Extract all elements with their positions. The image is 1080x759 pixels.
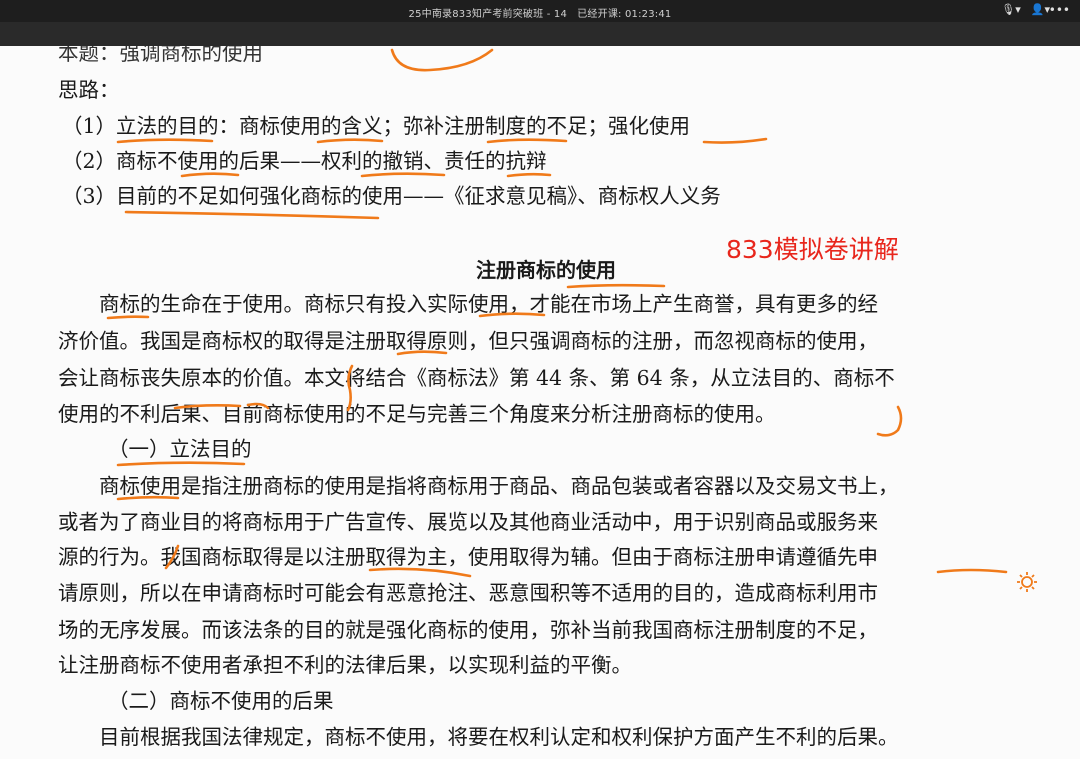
subsection-1: （一）立法目的 — [108, 437, 252, 461]
ink-mark-end — [876, 405, 903, 437]
ink-underline-shortfall — [124, 210, 380, 220]
para2-line-4: 请原则，所以在申请商标时可能会有恶意抢注、恶意囤积等不适用的目的，造成商标利用市 — [58, 581, 878, 605]
document-page: 本题：强调商标的使用 思路： （1）立法的目的：商标使用的含义；弥补注册制度的不… — [0, 46, 1080, 759]
ink-underline-registration — [486, 138, 568, 144]
overlay-note: 833模拟卷讲解 — [726, 235, 899, 264]
para1-line-2: 济价值。我国是商标权的取得是注册取得原则，但只强调商标的注册，而忽视商标的使用， — [58, 329, 878, 353]
microphone-icon[interactable]: 🎙▾ — [1001, 3, 1021, 16]
para1-line-1: 商标的生命在于使用。商标只有投入实际使用，才能在市场上产生商誉，具有更多的经 — [58, 292, 878, 316]
topic-line: 本题：强调商标的使用 — [58, 46, 263, 65]
more-options-icon[interactable]: ••• — [1049, 3, 1070, 17]
toolbar-strip — [0, 22, 1080, 46]
para2-line-1: 商标使用是指注册商标的使用是指将商标用于商品、商品包装或者容器以及交易文书上， — [58, 474, 899, 498]
ink-underline-heading — [566, 283, 666, 289]
para2-line-6: 让注册商标不使用者承担不利的法律后果，以实现利益的平衡。 — [58, 653, 632, 677]
point-3: （3）目前的不足如何强化商标的使用——《征求意见稿》、商标权人义务 — [62, 184, 721, 208]
ink-underline-first-filing — [936, 568, 1008, 574]
ink-underline-strengthen — [702, 137, 768, 144]
para2-line-5: 场的无序发展。而该法条的目的就是强化商标的使用，弥补当前我国商标注册制度的不足， — [58, 618, 878, 642]
para1-line-4: 使用的不利后果、目前商标使用的不足与完善三个角度来分析注册商标的使用。 — [58, 402, 776, 426]
para1-line-3: 会让商标丧失原本的价值。本文将结合《商标法》第 44 条、第 64 条，从立法目… — [58, 366, 895, 390]
idea-label: 思路： — [58, 78, 120, 102]
subsection-2: （二）商标不使用的后果 — [108, 689, 334, 713]
ink-underline-purpose — [116, 461, 246, 467]
user-menu-icon[interactable]: 👤▾ — [1031, 3, 1050, 16]
point-2: （2）商标不使用的后果——权利的撤销、责任的抗辩 — [62, 149, 547, 173]
ink-curve-top — [390, 48, 494, 72]
pointer-cursor-icon — [1017, 572, 1037, 592]
ink-underline-usage-meaning — [316, 138, 384, 144]
ink-underline-legislative — [116, 138, 214, 144]
point-1: （1）立法的目的：商标使用的含义；弥补注册制度的不足；强化使用 — [62, 114, 691, 138]
para2-line-2: 或者为了商业目的将商标用于广告宣传、展览以及其他商业活动中，用于识别商品或服务来 — [58, 510, 878, 534]
para2-line-3: 源的行为。我国商标取得是以注册取得为主，使用取得为辅。但由于商标注册申请遵循先申 — [58, 545, 878, 569]
window-title: 25中南录833知产考前突破班 - 14 已经开课: 01:23:41 — [408, 9, 672, 20]
video-title-bar: 25中南录833知产考前突破班 - 14 已经开课: 01:23:41 🎙▾ 👤… — [0, 0, 1080, 22]
para3-line-1: 目前根据我国法律规定，商标不使用，将要在权利认定和权利保护方面产生不利的后果。 — [58, 725, 899, 749]
section-heading: 注册商标的使用 — [476, 258, 616, 282]
